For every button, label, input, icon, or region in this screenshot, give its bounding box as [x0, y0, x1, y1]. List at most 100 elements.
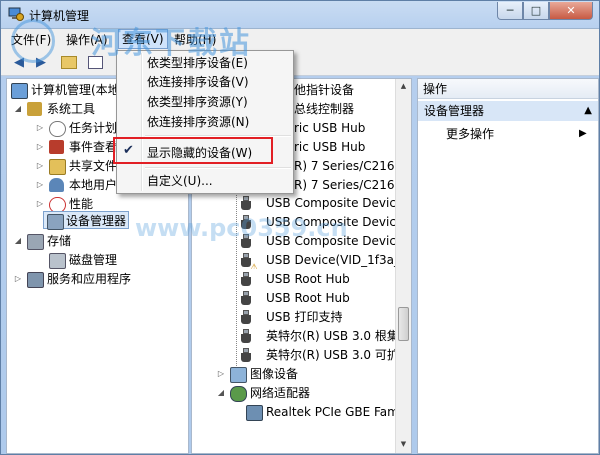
actions-pane: 操作 设备管理器 ▲ 更多操作 ▶ [417, 78, 599, 454]
users-icon [49, 178, 64, 192]
menu-separator [145, 167, 291, 169]
tree-label-task-scheduler: 任务计划 [69, 121, 118, 135]
watermark-url: www.pc0359.cn [135, 214, 348, 242]
device-category-row[interactable]: ◢ 网络适配器 [192, 384, 397, 402]
computer-management-window: 计算机管理 ─ □ ✕ 文件(F) 操作(A) 查看(V) 帮助(H) ◀ ▶ … [0, 0, 600, 455]
device-row[interactable]: USB Root Hub [192, 270, 397, 288]
usb-connector-icon [240, 310, 252, 324]
computer-icon [11, 83, 28, 99]
scrollbar-thumb[interactable] [398, 307, 409, 341]
close-button[interactable]: ✕ [549, 2, 593, 20]
expand-arrow-icon: ▷ [14, 274, 22, 283]
tree-label-disk-management: 磁盘管理 [69, 253, 118, 267]
more-actions-item[interactable]: 更多操作 ▶ [446, 125, 592, 143]
device-label: 网络适配器 [250, 386, 311, 400]
services-icon [27, 272, 44, 288]
scroll-down-arrow-icon[interactable]: ▼ [396, 437, 411, 452]
usb-connector-icon [240, 196, 252, 210]
actions-header: 操作 [418, 79, 598, 99]
close-icon: ✕ [566, 4, 576, 17]
maximize-icon: □ [530, 4, 542, 17]
disk-icon [49, 253, 66, 269]
expand-arrow-icon: ▷ [36, 180, 44, 189]
shared-folder-icon [49, 159, 66, 175]
collapse-arrow-icon: ◢ [217, 388, 225, 397]
device-label: 他指针设备 [294, 83, 355, 97]
up-folder-button[interactable] [59, 52, 79, 72]
device-label: R) 7 Series/C216 Cl [294, 178, 411, 192]
vertical-scrollbar[interactable]: ▲ ▼ [395, 79, 411, 453]
device-row[interactable]: USB 打印支持 [192, 308, 397, 326]
tree-label-services: 服务和应用程序 [47, 272, 132, 286]
tree-label-device-manager: 设备管理器 [66, 214, 127, 228]
device-label: 总线控制器 [294, 102, 355, 116]
menu-item-sort-devices-by-connection[interactable]: 依连接排序设备(V) [147, 72, 249, 92]
menu-item-sort-resources-by-type[interactable]: 依类型排序资源(Y) [147, 92, 248, 112]
tree-label-local-users: 本地用户 [69, 178, 118, 192]
actions-section-device-manager[interactable]: 设备管理器 ▲ [418, 101, 598, 121]
device-label: USB Root Hub [266, 291, 350, 305]
maximize-button[interactable]: □ [523, 2, 549, 20]
collapse-arrow-icon: ◢ [14, 236, 22, 245]
minimize-button[interactable]: ─ [497, 2, 523, 20]
tree-label-system-tools: 系统工具 [47, 102, 96, 116]
expand-arrow-icon: ▷ [36, 123, 44, 132]
device-label: R) 7 Series/C216 Cl [294, 159, 411, 173]
device-label: Realtek PCIe GBE Family [266, 405, 397, 419]
scroll-up-arrow-icon[interactable]: ▲ [396, 79, 411, 94]
watermark-logo-icon [11, 19, 55, 63]
tools-icon [27, 102, 42, 116]
folder-icon [61, 55, 77, 69]
device-manager-icon [47, 214, 64, 230]
network-adapter-icon [246, 405, 263, 421]
watermark-logo-text: 河东下载站 [91, 26, 251, 61]
menu-gutter [141, 53, 143, 191]
device-row[interactable]: 英特尔(R) USB 3.0 可扩展 [192, 346, 397, 364]
device-label: 英特尔(R) USB 3.0 根集线 [266, 329, 397, 343]
collapse-arrow-icon: ◢ [14, 104, 22, 113]
network-icon [230, 386, 247, 402]
expand-arrow-icon: ▷ [36, 142, 44, 151]
device-label: 图像设备 [250, 367, 299, 381]
actions-section-label: 设备管理器 [424, 104, 485, 118]
tree-label-event-viewer: 事件查看 [69, 140, 118, 154]
device-label: USB Composite Device [266, 196, 404, 210]
device-row[interactable]: Realtek PCIe GBE Family [192, 403, 397, 421]
collapse-triangle-icon: ▲ [584, 105, 592, 116]
submenu-arrow-icon: ▶ [579, 128, 587, 139]
computer-management-icon [8, 7, 24, 21]
device-label: USB Root Hub [266, 272, 350, 286]
warning-icon: ⚠ [250, 263, 259, 269]
expand-arrow-icon: ▷ [36, 161, 44, 170]
device-row[interactable]: USB Composite Device [192, 194, 403, 212]
caption-buttons: ─ □ ✕ [497, 2, 593, 20]
tree-label-root: 计算机管理(本地 [31, 83, 120, 97]
usb-connector-icon [240, 291, 252, 305]
storage-icon [27, 234, 44, 250]
usb-connector-icon [240, 348, 252, 362]
device-row[interactable]: USB Root Hub [192, 289, 397, 307]
view-dropdown-menu: 依类型排序设备(E) 依连接排序设备(V) 依类型排序资源(Y) 依连接排序资源… [116, 50, 294, 194]
device-label: USB 打印支持 [266, 310, 343, 324]
menu-item-sort-resources-by-connection[interactable]: 依连接排序资源(N) [147, 112, 249, 132]
device-label: ric USB Hub [294, 140, 366, 154]
tree-label-storage: 存储 [47, 234, 72, 248]
device-label: ric USB Hub [294, 121, 366, 135]
minimize-icon: ─ [506, 4, 514, 17]
clock-icon [49, 121, 66, 137]
usb-connector-icon [240, 272, 252, 286]
camera-icon [230, 367, 247, 383]
highlight-box [113, 137, 273, 164]
tree-item-device-manager[interactable]: 设备管理器 [43, 211, 129, 230]
event-viewer-icon [49, 140, 64, 154]
device-label: USB Device(VID_1f3a_PII [266, 253, 397, 267]
device-category-row[interactable]: ▷ 图像设备 [192, 365, 397, 383]
expand-arrow-icon: ▷ [217, 369, 225, 378]
device-label: 英特尔(R) USB 3.0 可扩展 [266, 348, 397, 362]
usb-connector-icon [240, 329, 252, 343]
menu-item-customize[interactable]: 自定义(U)... [147, 171, 213, 191]
device-row[interactable]: 英特尔(R) USB 3.0 根集线 [192, 327, 397, 345]
device-row[interactable]: ⚠ USB Device(VID_1f3a_PII [192, 251, 397, 269]
more-actions-label: 更多操作 [446, 127, 495, 141]
tree-label-shared-folders: 共享文件 [69, 159, 118, 173]
